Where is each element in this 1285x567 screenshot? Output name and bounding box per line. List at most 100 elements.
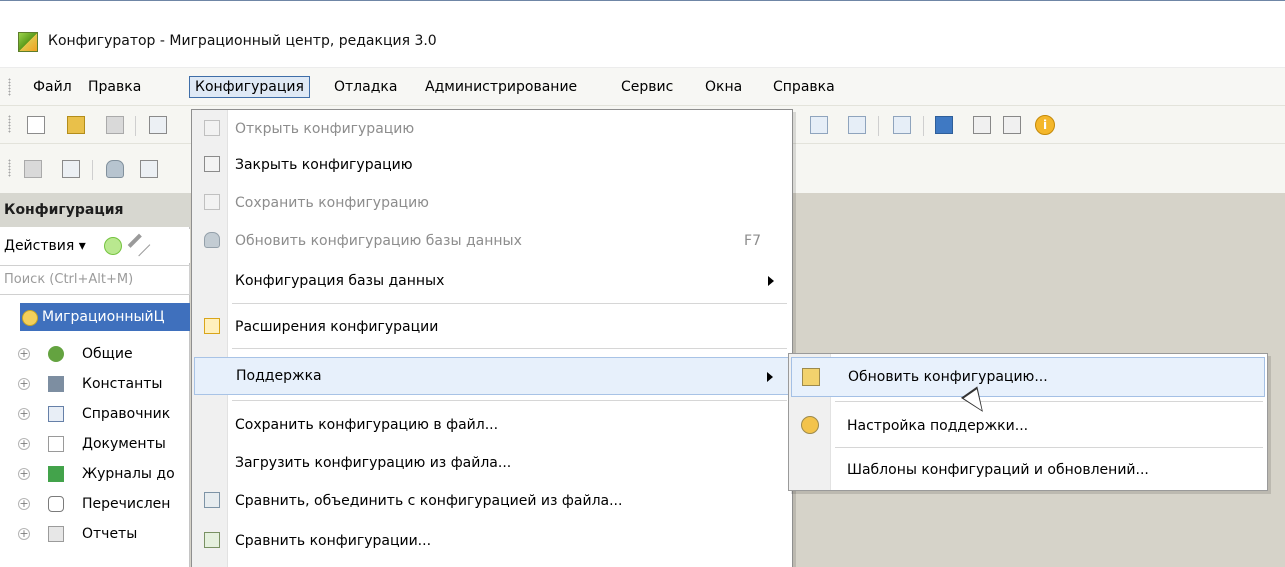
panel-title: Конфигурация	[0, 193, 190, 227]
new-document-icon[interactable]	[27, 116, 45, 134]
menu-item-label: Поддержка	[236, 368, 322, 384]
menu-item-label: Загрузить конфигурацию из файла...	[235, 455, 512, 471]
menu-windows[interactable]: Окна	[700, 76, 747, 98]
tree-node-enums[interactable]: + Перечислен	[0, 489, 190, 519]
window-icon[interactable]	[893, 116, 911, 134]
search-forward-icon[interactable]	[848, 116, 866, 134]
expand-icon[interactable]: +	[18, 408, 30, 420]
add-icon[interactable]	[104, 237, 122, 255]
tree-node-label: Общие	[82, 346, 133, 362]
config-close-icon[interactable]	[62, 160, 80, 178]
tree-node-label: Перечислен	[82, 496, 171, 512]
menu-item-label: Открыть конфигурацию	[235, 121, 415, 137]
configurator-window: Конфигуратор - Миграционный центр, редак…	[0, 0, 1285, 567]
save-icon[interactable]	[106, 116, 124, 134]
menu-help[interactable]: Справка	[768, 76, 840, 98]
menu-item-open-configuration[interactable]: Открыть конфигурацию	[194, 110, 791, 148]
menu-item-label: Сравнить, объединить с конфигурацией из …	[235, 493, 623, 509]
toolbar-separator	[878, 116, 879, 136]
tree-node-label: Документы	[82, 436, 166, 452]
menu-item-support[interactable]: Поддержка	[194, 357, 791, 395]
actions-menu-button[interactable]: Действия ▾	[0, 229, 190, 263]
close-config-icon	[204, 156, 220, 172]
submenu-separator	[835, 401, 1263, 402]
submenu-item-label: Обновить конфигурацию...	[848, 369, 1048, 385]
expand-icon[interactable]: +	[18, 528, 30, 540]
tree-node-common[interactable]: + Общие	[0, 339, 190, 369]
menu-item-database-configuration[interactable]: Конфигурация базы данных	[194, 262, 791, 300]
submenu-item-label: Шаблоны конфигураций и обновлений...	[847, 462, 1149, 478]
expand-icon[interactable]: +	[18, 348, 30, 360]
menu-service[interactable]: Сервис	[616, 76, 678, 98]
window-title: Конфигуратор - Миграционный центр, редак…	[48, 33, 437, 49]
configuration-tree-panel: Конфигурация Действия ▾ Поиск (Ctrl+Alt+…	[0, 193, 190, 567]
toolbar-grip-icon	[8, 115, 11, 133]
toolbar-separator	[135, 116, 136, 136]
submenu-item-configuration-templates[interactable]: Шаблоны конфигураций и обновлений...	[791, 450, 1265, 490]
book-icon[interactable]	[1003, 116, 1021, 134]
expand-icon[interactable]: +	[18, 438, 30, 450]
tree-node-journals[interactable]: + Журналы до	[0, 459, 190, 489]
menu-item-update-database-configuration[interactable]: Обновить конфигурацию базы данных F7	[194, 222, 791, 260]
expand-icon[interactable]: +	[18, 378, 30, 390]
compare-config-icon	[204, 532, 220, 548]
database-update-icon	[204, 232, 220, 248]
tree-root-label: МиграционныйЦ	[42, 309, 165, 325]
submenu-arrow-icon	[767, 372, 773, 382]
actions-label: Действия	[4, 238, 75, 254]
tree-node-label: Отчеты	[82, 526, 138, 542]
menu-item-compare-configurations[interactable]: Сравнить конфигурации...	[194, 522, 791, 560]
tree-node-reports[interactable]: + Отчеты	[0, 519, 190, 549]
tree-search-input[interactable]: Поиск (Ctrl+Alt+M)	[0, 265, 190, 295]
submenu-separator	[835, 447, 1263, 448]
menu-separator	[232, 400, 787, 401]
menu-item-label: Конфигурация базы данных	[235, 273, 445, 289]
menu-item-save-configuration[interactable]: Сохранить конфигурацию	[194, 184, 791, 222]
toolbar-separator	[923, 116, 924, 136]
info-icon[interactable]: i	[1035, 115, 1055, 135]
cut-icon[interactable]	[149, 116, 167, 134]
menu-separator	[232, 348, 787, 349]
catalog-icon	[48, 406, 64, 422]
edit-icon[interactable]	[127, 233, 151, 257]
tree-node-documents[interactable]: + Документы	[0, 429, 190, 459]
toolbar-separator	[92, 160, 93, 180]
menu-item-label: Сохранить конфигурацию	[235, 195, 429, 211]
education-icon[interactable]	[935, 116, 953, 134]
menu-edit[interactable]: Правка	[83, 76, 146, 98]
save-config-icon	[204, 194, 220, 210]
config-open-icon[interactable]	[24, 160, 42, 178]
open-folder-icon[interactable]	[67, 116, 85, 134]
update-config-icon	[802, 368, 820, 386]
submenu-item-support-settings[interactable]: Настройка поддержки...	[791, 406, 1265, 446]
menu-item-save-configuration-to-file[interactable]: Сохранить конфигурацию в файл...	[194, 406, 791, 444]
menu-item-close-configuration[interactable]: Закрыть конфигурацию	[194, 146, 791, 184]
tree-node-label: Журналы до	[82, 466, 175, 482]
configuration-root-icon	[22, 310, 38, 326]
tree-root-item[interactable]: МиграционныйЦ	[20, 303, 190, 331]
menu-debug[interactable]: Отладка	[329, 76, 402, 98]
submenu-item-update-configuration[interactable]: Обновить конфигурацию...	[791, 357, 1265, 397]
documents-icon	[48, 436, 64, 452]
menu-configuration[interactable]: Конфигурация	[189, 76, 310, 98]
menu-item-load-configuration-from-file[interactable]: Загрузить конфигурацию из файла...	[194, 444, 791, 482]
menu-item-label: Закрыть конфигурацию	[235, 157, 413, 173]
configuration-menu: Открыть конфигурацию Закрыть конфигураци…	[191, 109, 793, 567]
tree-node-constants[interactable]: + Константы	[0, 369, 190, 399]
tree-node-catalogs[interactable]: + Справочник	[0, 399, 190, 429]
submenu-item-label: Настройка поддержки...	[847, 418, 1029, 434]
menu-item-compare-merge-from-file[interactable]: Сравнить, объединить с конфигурацией из …	[194, 482, 791, 520]
tree-node-label: Справочник	[82, 406, 171, 422]
object-properties-icon[interactable]	[140, 160, 158, 178]
help-search-icon[interactable]	[973, 116, 991, 134]
main-menu-bar: Файл Правка Конфигурация Отладка Админис…	[0, 67, 1285, 105]
expand-icon[interactable]: +	[18, 468, 30, 480]
expand-icon[interactable]: +	[18, 498, 30, 510]
menu-item-configuration-extensions[interactable]: Расширения конфигурации	[194, 308, 791, 346]
menu-administration[interactable]: Администрирование	[420, 76, 582, 98]
menu-item-label: Расширения конфигурации	[235, 319, 439, 335]
menu-file[interactable]: Файл	[28, 76, 77, 98]
search-back-icon[interactable]	[810, 116, 828, 134]
database-icon[interactable]	[106, 160, 124, 178]
menubar-grip-icon	[8, 78, 11, 96]
